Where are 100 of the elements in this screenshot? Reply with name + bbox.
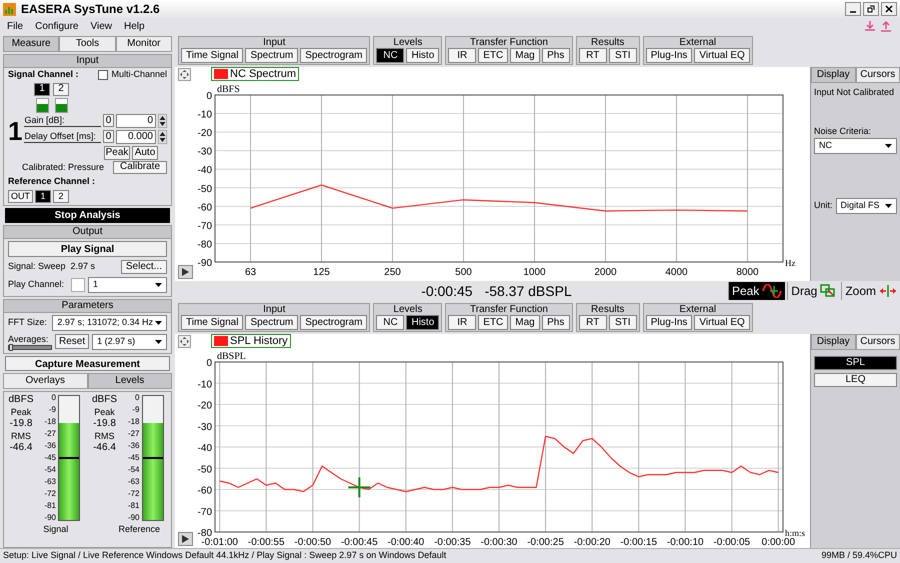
cursor-crosshair-icon[interactable] <box>348 477 370 498</box>
reference-channel-button[interactable]: OUT <box>8 190 33 202</box>
view-button[interactable]: Mag <box>510 48 540 63</box>
menu-item[interactable]: Help <box>118 18 150 34</box>
view-button[interactable]: Mag <box>510 315 540 330</box>
select-button[interactable]: Select... <box>120 260 167 274</box>
restore-button[interactable] <box>863 2 879 16</box>
reset-value-button[interactable]: 0 <box>103 130 114 143</box>
play-channel-dropdown[interactable]: 1 <box>88 276 167 292</box>
view-button[interactable]: Virtual EQ <box>694 48 750 63</box>
tool-button[interactable]: Drag <box>787 282 840 300</box>
side-tab[interactable]: Cursors <box>856 67 900 83</box>
download-icon[interactable] <box>864 20 876 32</box>
cursor-value: -58.37 dBSPL <box>484 282 572 300</box>
view-button[interactable]: Virtual EQ <box>694 315 750 330</box>
rms-label: RMS <box>11 430 31 442</box>
scale-label: -18 <box>128 418 140 426</box>
play-signal-button[interactable]: Play Signal <box>8 240 167 256</box>
play-button[interactable] <box>178 532 192 546</box>
group-title: Transfer Function <box>469 304 549 315</box>
view-button[interactable]: STI <box>608 48 637 63</box>
value-field[interactable]: 0 <box>116 114 156 128</box>
play-button[interactable] <box>178 265 192 279</box>
view-button[interactable]: Spectrogram <box>300 315 368 330</box>
side-tab[interactable]: Display <box>811 334 856 350</box>
auto-button[interactable]: Auto <box>132 146 158 160</box>
view-button[interactable]: Phs <box>542 48 570 63</box>
y-tick-label: 0 <box>206 91 212 102</box>
channel-button[interactable]: 1 <box>34 82 50 96</box>
slider-thumb[interactable] <box>9 344 13 350</box>
multi-channel-checkbox[interactable] <box>98 70 108 80</box>
x-tick-label: 8000 <box>736 267 759 278</box>
view-button[interactable]: RT <box>578 315 607 330</box>
menu-item[interactable]: Configure <box>30 18 84 34</box>
color-swatch <box>71 278 85 292</box>
menu-item[interactable]: View <box>85 18 117 34</box>
view-button[interactable]: NC <box>376 315 404 330</box>
move-icon[interactable] <box>178 334 191 348</box>
view-button[interactable]: Spectrum <box>245 315 298 330</box>
peak-value: -19.8 <box>10 418 32 428</box>
menu-item[interactable]: File <box>2 18 28 34</box>
caret-icon <box>885 144 892 148</box>
view-button[interactable]: ETC <box>478 48 508 63</box>
spinner-icon[interactable] <box>158 130 167 144</box>
measure-type-button[interactable]: SPL <box>814 356 897 370</box>
view-button[interactable]: Phs <box>542 315 570 330</box>
view-button[interactable]: Plug-Ins <box>646 48 692 63</box>
calibrate-button[interactable]: Calibrate <box>113 160 167 174</box>
view-button[interactable]: RT <box>578 48 607 63</box>
view-button[interactable]: Plug-Ins <box>646 315 692 330</box>
unit-dropdown[interactable]: Digital FS <box>836 198 897 214</box>
view-button[interactable]: Histo <box>406 48 440 63</box>
view-button[interactable]: Spectrum <box>245 48 298 63</box>
averages-slider[interactable] <box>8 344 52 350</box>
spinner-icon[interactable] <box>158 114 167 128</box>
y-tick-label: -90 <box>198 258 212 269</box>
meter-tab[interactable]: Overlays <box>3 372 88 388</box>
fft-size-dropdown[interactable]: 2.97 s; 131072; 0.34 Hz <box>52 314 167 330</box>
view-button[interactable]: ETC <box>478 315 508 330</box>
reference-channel-button[interactable]: 1 <box>35 190 51 202</box>
view-button[interactable]: IR <box>448 48 476 63</box>
tool-button[interactable]: Zoom <box>841 282 900 300</box>
view-button[interactable]: Spectrogram <box>300 48 368 63</box>
channel-button[interactable]: 2 <box>53 82 69 96</box>
stop-analysis-button[interactable]: Stop Analysis <box>5 208 170 222</box>
caret-icon <box>155 282 162 286</box>
measure-type-button[interactable]: LEQ <box>814 373 897 387</box>
reference-channel-button[interactable]: 2 <box>53 190 69 202</box>
caret-icon <box>155 320 162 324</box>
reset-value-button[interactable]: 0 <box>103 114 114 127</box>
view-button[interactable]: Time Signal <box>181 315 244 330</box>
reset-button[interactable]: Reset <box>55 334 90 349</box>
view-button[interactable]: Histo <box>406 315 440 330</box>
scale-label: 0 <box>52 394 56 402</box>
upload-icon[interactable] <box>880 20 892 32</box>
value-field[interactable]: 0.000 <box>116 130 156 144</box>
peak-button[interactable]: Peak <box>104 146 130 160</box>
meter-tab[interactable]: Levels <box>88 372 172 388</box>
restore-icon <box>867 5 875 13</box>
scale-label: -63 <box>44 478 56 486</box>
side-tab[interactable]: Display <box>811 67 856 83</box>
minimize-button[interactable] <box>845 2 861 16</box>
x-tick-label: 63 <box>244 267 256 278</box>
memory-cpu-status: 99MB / 59.4%CPU <box>821 549 897 562</box>
scale-label: -27 <box>44 430 56 438</box>
view-button[interactable]: NC <box>376 48 404 63</box>
move-icon[interactable] <box>178 68 191 80</box>
panel-tab[interactable]: Monitor <box>116 36 172 52</box>
noise-criteria-dropdown[interactable]: NC <box>814 138 897 154</box>
view-button[interactable]: IR <box>448 315 476 330</box>
view-button[interactable]: Time Signal <box>181 48 244 63</box>
averages-dropdown[interactable]: 1 (2.97 s) <box>92 334 167 350</box>
close-button[interactable] <box>881 2 897 16</box>
panel-tab[interactable]: Measure <box>3 36 60 52</box>
view-button[interactable]: STI <box>608 315 637 330</box>
capture-measurement-button[interactable]: Capture Measurement <box>5 356 170 370</box>
tool-button[interactable]: Peak <box>728 282 786 300</box>
panel-tab[interactable]: Tools <box>59 36 116 52</box>
scale-label: -18 <box>44 418 56 426</box>
side-tab[interactable]: Cursors <box>856 334 900 350</box>
